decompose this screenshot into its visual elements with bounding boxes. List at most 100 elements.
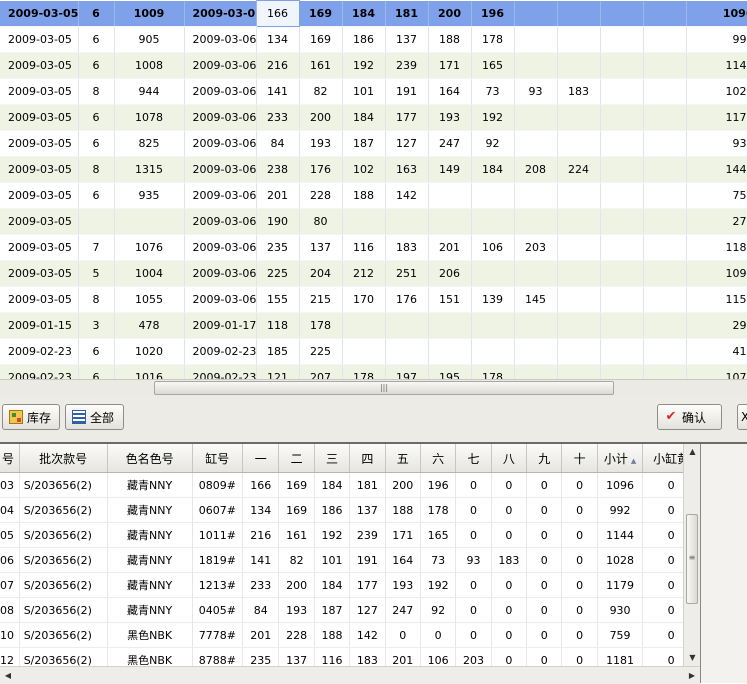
column-header[interactable]: 十 bbox=[561, 444, 598, 473]
scroll-left-arrow-icon[interactable]: ◀ bbox=[0, 667, 16, 684]
table-cell[interactable]: 2009-03-06 bbox=[184, 0, 257, 27]
table-cell[interactable]: 0 bbox=[491, 572, 528, 598]
table-cell[interactable] bbox=[514, 182, 558, 209]
table-cell[interactable]: 2009-03-06 bbox=[184, 26, 257, 53]
table-cell[interactable]: 84 bbox=[256, 130, 300, 157]
table-cell[interactable]: 141 bbox=[256, 78, 300, 105]
table-cell[interactable]: 0 bbox=[526, 622, 563, 648]
table-cell[interactable] bbox=[471, 312, 515, 339]
table-cell[interactable]: 0 bbox=[491, 497, 528, 523]
table-cell[interactable]: 2009-03-06 bbox=[184, 234, 257, 261]
table-cell[interactable] bbox=[471, 208, 515, 235]
table-cell[interactable]: 0 bbox=[455, 472, 492, 498]
table-cell[interactable]: 2009-02-23 bbox=[0, 338, 79, 365]
table-cell[interactable]: 1213# bbox=[192, 572, 244, 598]
table-cell[interactable]: 187 bbox=[342, 130, 386, 157]
table-row[interactable]: 2009-03-05 5 1004 2009-03-06 225 204 212 251 206… bbox=[0, 260, 747, 287]
table-cell[interactable]: 185 bbox=[256, 338, 300, 365]
table-cell[interactable]: 177 bbox=[385, 104, 429, 131]
table-cell[interactable]: 0 bbox=[642, 572, 683, 598]
table-cell[interactable]: 178 bbox=[420, 497, 457, 523]
selected-table-row[interactable]: 2009-03-05 6 1009 2009-03-06 166 169 184 181 200… bbox=[0, 0, 747, 27]
vertical-scrollbar-thumb[interactable]: ≡ bbox=[686, 514, 698, 604]
table-cell[interactable]: 2009-02-23 bbox=[184, 338, 257, 365]
table-cell[interactable]: 2009-03-05 bbox=[0, 0, 79, 27]
table-cell[interactable]: 2009-02-23 bbox=[0, 364, 79, 379]
table-cell[interactable]: 177 bbox=[349, 572, 386, 598]
table-cell[interactable]: 930 bbox=[597, 597, 644, 623]
table-cell[interactable]: 73 bbox=[420, 547, 457, 573]
table-cell[interactable]: 1181 bbox=[686, 234, 747, 261]
table-row[interactable]: 05 S/203656(2) 藏青NNY 1011# 216 161 192 239 171 16… bbox=[0, 522, 683, 548]
table-cell[interactable]: 1078 bbox=[114, 104, 185, 131]
table-cell[interactable] bbox=[385, 312, 429, 339]
table-cell[interactable] bbox=[428, 338, 472, 365]
table-cell[interactable]: 93 bbox=[514, 78, 558, 105]
table-cell[interactable]: 3 bbox=[78, 312, 115, 339]
table-cell[interactable]: 0 bbox=[526, 522, 563, 548]
table-cell[interactable] bbox=[557, 208, 601, 235]
table-cell[interactable] bbox=[471, 182, 515, 209]
table-cell[interactable]: 183 bbox=[385, 234, 429, 261]
table-cell[interactable]: 8 bbox=[78, 78, 115, 105]
table-row[interactable]: 2009-03-05 6 825 2009-03-06 84 193 187 127 247 92… bbox=[0, 130, 747, 157]
table-cell[interactable]: 192 bbox=[342, 52, 386, 79]
column-header[interactable]: 号 bbox=[0, 444, 20, 473]
table-cell[interactable]: 1076 bbox=[686, 364, 747, 379]
table-cell[interactable]: 238 bbox=[256, 156, 300, 183]
table-cell[interactable]: 2009-03-06 bbox=[184, 208, 257, 235]
table-cell[interactable] bbox=[514, 52, 558, 79]
table-cell[interactable]: 1076 bbox=[114, 234, 185, 261]
table-cell[interactable]: 0 bbox=[561, 572, 598, 598]
table-cell[interactable]: 0 bbox=[642, 547, 683, 573]
table-row[interactable]: 2009-01-1534782009-01-17118178 296 bbox=[0, 312, 747, 339]
table-cell[interactable]: 169 bbox=[299, 0, 343, 27]
table-cell[interactable]: 149 bbox=[428, 156, 472, 183]
confirm-button[interactable]: ✔ 确认 bbox=[657, 404, 722, 430]
table-cell[interactable]: 1011# bbox=[192, 522, 244, 548]
table-cell[interactable]: 186 bbox=[314, 497, 351, 523]
table-cell[interactable]: 5 bbox=[78, 260, 115, 287]
table-cell[interactable] bbox=[600, 286, 644, 313]
table-cell[interactable]: S/203656(2) bbox=[19, 497, 108, 523]
table-cell[interactable]: 8 bbox=[78, 156, 115, 183]
table-cell[interactable]: 2009-03-06 bbox=[184, 156, 257, 183]
table-cell[interactable] bbox=[557, 26, 601, 53]
table-row[interactable]: 2009-02-23610202009-02-23185225410 bbox=[0, 338, 747, 365]
table-cell[interactable]: 0 bbox=[526, 472, 563, 498]
table-cell[interactable]: 1444 bbox=[686, 156, 747, 183]
bottom-vertical-scrollbar[interactable]: ▲ ≡ ▼ bbox=[683, 444, 701, 666]
table-cell[interactable] bbox=[600, 182, 644, 209]
table-cell[interactable] bbox=[514, 104, 558, 131]
table-cell[interactable]: 759 bbox=[597, 622, 644, 648]
table-cell[interactable]: 2009-03-05 bbox=[0, 286, 79, 313]
table-cell[interactable]: S/203656(2) bbox=[19, 522, 108, 548]
table-cell[interactable]: 192 bbox=[314, 522, 351, 548]
table-cell[interactable]: 187 bbox=[314, 597, 351, 623]
table-cell[interactable] bbox=[385, 208, 429, 235]
table-cell[interactable]: 216 bbox=[242, 522, 280, 548]
table-cell[interactable] bbox=[600, 234, 644, 261]
stock-button[interactable]: 库存 bbox=[2, 404, 60, 430]
table-cell[interactable]: 208 bbox=[514, 156, 558, 183]
table-cell[interactable]: 6 bbox=[78, 182, 115, 209]
table-cell[interactable] bbox=[514, 338, 558, 365]
table-row[interactable]: 12 S/203656(2) 黑色NBK 8788# 235 137 116 183 201 10… bbox=[0, 647, 683, 666]
table-cell[interactable] bbox=[557, 234, 601, 261]
table-cell[interactable]: 0 bbox=[561, 547, 598, 573]
table-cell[interactable]: 黑色NBK bbox=[107, 647, 193, 666]
column-header[interactable]: 六 bbox=[420, 444, 457, 473]
table-cell[interactable]: 93 bbox=[455, 547, 492, 573]
table-cell[interactable]: 155 bbox=[256, 286, 300, 313]
table-cell[interactable]: 10 bbox=[0, 622, 20, 648]
table-cell[interactable]: 1179 bbox=[686, 104, 747, 131]
table-cell[interactable]: 2009-03-05 bbox=[0, 156, 79, 183]
table-cell[interactable]: 201 bbox=[385, 647, 421, 666]
table-cell[interactable]: S/203656(2) bbox=[19, 472, 108, 498]
table-cell[interactable]: 127 bbox=[349, 597, 386, 623]
column-header[interactable]: 色名色号 bbox=[107, 444, 193, 473]
table-cell[interactable]: 239 bbox=[349, 522, 386, 548]
table-cell[interactable]: S/203656(2) bbox=[19, 647, 108, 666]
table-cell[interactable]: 200 bbox=[299, 104, 343, 131]
table-cell[interactable]: 0 bbox=[526, 497, 563, 523]
